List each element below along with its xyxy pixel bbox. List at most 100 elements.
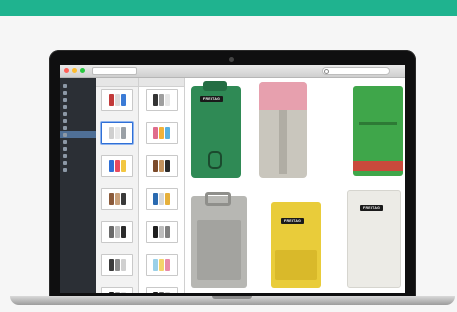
laptop-screen: FREITAG FREITAG FREITAG (60, 65, 405, 293)
product-swatch (165, 160, 170, 172)
thumbnail-caption (98, 211, 136, 218)
brand-tag: FREITAG (360, 205, 384, 211)
thumbnail-image (145, 188, 178, 210)
thumbnail-item[interactable] (96, 219, 138, 252)
product-swatch (153, 94, 158, 106)
product-swatch (165, 259, 170, 271)
folder-icon (63, 111, 67, 116)
product-swatch (159, 292, 164, 293)
thumbnail-image (145, 89, 178, 111)
sidebar-item[interactable] (60, 89, 96, 96)
product-swatch (114, 226, 120, 238)
thumbnail-image (101, 287, 133, 293)
zoom-icon[interactable] (80, 68, 85, 73)
wallet-grey-pink-case[interactable] (259, 82, 307, 178)
sidebar-item[interactable] (60, 159, 96, 166)
product-swatch (114, 160, 120, 172)
product-swatch (120, 226, 126, 238)
sidebar-item[interactable] (60, 96, 96, 103)
folder-icon (63, 167, 67, 172)
product-swatch (108, 292, 114, 293)
wallet-green-red-case[interactable] (353, 86, 403, 176)
thumbnail-item[interactable] (96, 252, 138, 285)
product-swatch (153, 127, 158, 139)
laptop-lid: FREITAG FREITAG FREITAG (49, 50, 416, 300)
top-accent-band (0, 0, 457, 16)
thumbnail-column-1 (96, 78, 139, 293)
sidebar-item[interactable] (60, 103, 96, 110)
thumbnail-image (101, 89, 133, 111)
thumbnail-item[interactable] (139, 285, 184, 293)
search-input[interactable] (322, 67, 390, 75)
thumbnail-caption (98, 244, 136, 251)
sidebar-item[interactable] (60, 110, 96, 117)
thumbnail-item[interactable] (96, 120, 138, 153)
camera-icon (229, 57, 234, 62)
window-titlebar (60, 65, 405, 78)
wallet-grey-clip-case[interactable] (191, 192, 247, 288)
thumbnail-image (101, 254, 133, 276)
thumbnail-caption (143, 178, 181, 185)
product-swatch (153, 226, 158, 238)
thumbnail-item[interactable] (96, 153, 138, 186)
folder-icon (63, 97, 67, 102)
product-swatch (108, 193, 114, 205)
close-icon[interactable] (64, 68, 69, 73)
product-swatch (159, 226, 164, 238)
column-header (96, 78, 138, 87)
sidebar-item[interactable] (60, 166, 96, 173)
product-swatch (114, 193, 120, 205)
thumbnail-image (145, 221, 178, 243)
thumbnail-item[interactable] (139, 252, 184, 285)
product-swatch (114, 259, 120, 271)
sidebar-item[interactable] (60, 117, 96, 124)
sidebar-item[interactable] (60, 124, 96, 131)
product-swatch (165, 226, 170, 238)
product-swatch (108, 226, 114, 238)
thumbnail-item[interactable] (139, 153, 184, 186)
thumbnail-caption (143, 244, 181, 251)
laptop-notch (212, 296, 252, 299)
minimize-icon[interactable] (72, 68, 77, 73)
thumbnail-list (96, 87, 138, 293)
sidebar-item[interactable] (60, 131, 96, 138)
sidebar-item[interactable] (60, 82, 96, 89)
thumbnail-image (101, 155, 133, 177)
wallet-white-case[interactable]: FREITAG (347, 190, 401, 288)
product-swatch (165, 292, 170, 293)
thumbnail-item[interactable] (96, 285, 138, 293)
product-swatch (120, 259, 126, 271)
thumbnail-image (145, 122, 178, 144)
sidebar-item[interactable] (60, 138, 96, 145)
product-swatch (165, 127, 170, 139)
search-icon (324, 69, 329, 74)
thumbnail-item[interactable] (139, 219, 184, 252)
address-field[interactable] (92, 67, 137, 75)
thumbnail-caption (98, 178, 136, 185)
thumbnail-item[interactable] (139, 120, 184, 153)
thumbnail-image (101, 188, 133, 210)
thumbnail-item[interactable] (139, 87, 184, 120)
thumbnail-caption (143, 145, 181, 152)
wallet-green-phone-case[interactable]: FREITAG (191, 81, 241, 178)
product-swatch (159, 160, 164, 172)
thumbnail-item[interactable] (139, 186, 184, 219)
wallet-yellow-case[interactable]: FREITAG (271, 202, 321, 288)
thumbnail-image (145, 155, 178, 177)
folder-icon (63, 125, 67, 130)
folder-icon (63, 90, 67, 95)
folder-icon (63, 118, 67, 123)
thumbnail-column-2 (139, 78, 185, 293)
product-swatch (108, 259, 114, 271)
thumbnail-item[interactable] (96, 186, 138, 219)
sidebar-item[interactable] (60, 145, 96, 152)
product-swatch (120, 94, 126, 106)
product-swatch (114, 292, 120, 293)
sidebar-item[interactable] (60, 152, 96, 159)
thumbnail-image (101, 122, 133, 144)
thumbnail-item[interactable] (96, 87, 138, 120)
thumbnail-image (145, 287, 178, 293)
column-header (139, 78, 184, 87)
thumbnail-image (101, 221, 133, 243)
thumbnail-caption (143, 277, 181, 284)
